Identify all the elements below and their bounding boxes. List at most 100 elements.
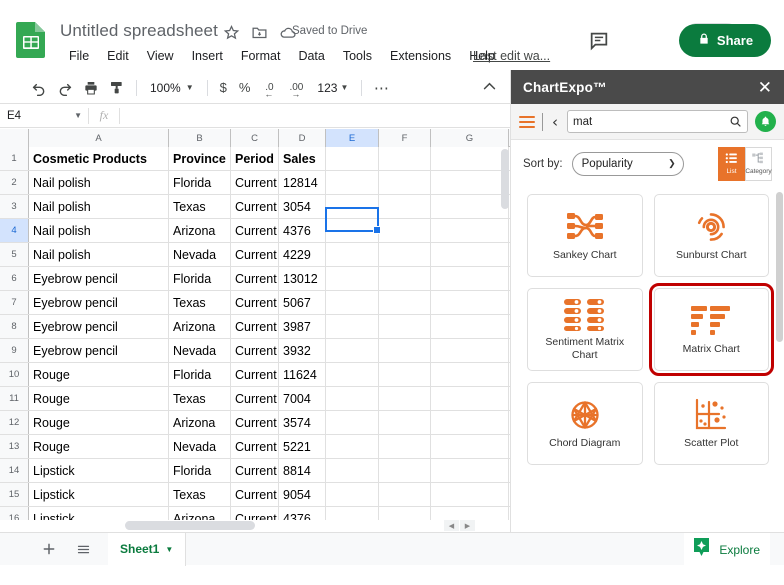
menu-item-data[interactable]: Data [289, 47, 333, 65]
table-row[interactable]: 14 Lipstick Florida Current 8814 [0, 459, 510, 483]
number-format-selector[interactable]: 123 ▼ [310, 78, 355, 98]
grid-cell[interactable]: Nail polish [29, 243, 169, 266]
zoom-selector[interactable]: 100% ▼ [143, 78, 201, 98]
menu-item-extensions[interactable]: Extensions [381, 47, 460, 65]
row-header-1[interactable]: 1 [0, 147, 29, 170]
grid-cell[interactable]: Florida [169, 267, 231, 290]
column-header-c[interactable]: C [231, 129, 279, 147]
formula-input[interactable] [120, 103, 510, 128]
menu-item-tools[interactable]: Tools [334, 47, 381, 65]
grid-cell[interactable]: Arizona [169, 411, 231, 434]
currency-format-button[interactable]: $ [214, 77, 233, 98]
grid-cell[interactable]: Nail polish [29, 171, 169, 194]
grid-cell[interactable]: Florida [169, 363, 231, 386]
more-options-button[interactable]: ⋯ [368, 75, 394, 101]
grid-cell[interactable]: Florida [169, 459, 231, 482]
row-header-8[interactable]: 8 [0, 315, 29, 338]
undo-icon[interactable] [26, 75, 52, 101]
grid-cell[interactable] [379, 195, 431, 218]
grid-cell[interactable]: Current [231, 411, 279, 434]
grid-cell[interactable] [431, 459, 509, 482]
redo-icon[interactable] [52, 75, 78, 101]
grid-cell[interactable]: Lipstick [29, 483, 169, 506]
grid-cell[interactable] [431, 171, 509, 194]
grid-cell[interactable]: Current [231, 387, 279, 410]
all-sheets-button[interactable] [66, 533, 100, 566]
grid-cell[interactable]: Current [231, 267, 279, 290]
table-row[interactable]: 5 Nail polish Nevada Current 4229 [0, 243, 510, 267]
grid-cell[interactable] [326, 219, 379, 242]
grid-cell[interactable]: Rouge [29, 387, 169, 410]
increase-decimal-button[interactable]: .00 → [282, 75, 310, 101]
explore-button[interactable]: Explore [684, 533, 770, 566]
grid-cell[interactable]: 12814 [279, 171, 326, 194]
grid-cell[interactable]: Rouge [29, 435, 169, 458]
grid-cell[interactable] [431, 363, 509, 386]
grid-cell[interactable]: 4229 [279, 243, 326, 266]
grid-cell[interactable]: Cosmetic Products [29, 147, 169, 170]
grid-cell[interactable] [326, 363, 379, 386]
grid-cell[interactable] [326, 243, 379, 266]
grid-cell[interactable]: Eyebrow pencil [29, 339, 169, 362]
menu-icon[interactable] [519, 115, 535, 128]
grid-cell[interactable]: Nevada [169, 339, 231, 362]
view-toggle-list[interactable]: List [718, 147, 745, 181]
last-edit-link[interactable]: Last edit wa... [473, 49, 550, 63]
grid-cell[interactable]: Arizona [169, 315, 231, 338]
row-header-5[interactable]: 5 [0, 243, 29, 266]
collapse-toolbar-icon[interactable] [481, 78, 498, 100]
grid-cell[interactable]: Current [231, 315, 279, 338]
row-header-9[interactable]: 9 [0, 339, 29, 362]
grid-cell[interactable]: Texas [169, 387, 231, 410]
grid-cell[interactable]: 5221 [279, 435, 326, 458]
grid-cell[interactable]: Rouge [29, 363, 169, 386]
grid-cell[interactable]: 3987 [279, 315, 326, 338]
grid-cell[interactable]: Texas [169, 483, 231, 506]
grid-cell[interactable]: Nevada [169, 435, 231, 458]
grid-cell[interactable]: 5067 [279, 291, 326, 314]
comment-history-icon[interactable] [588, 30, 610, 52]
grid-cell[interactable]: Current [231, 171, 279, 194]
grid-cell[interactable] [431, 315, 509, 338]
spreadsheet-grid[interactable]: A B C D E F G 1 Cosmetic Products Province… [0, 129, 510, 532]
grid-cell[interactable]: Current [231, 291, 279, 314]
grid-cell[interactable] [379, 483, 431, 506]
chart-card-chord-diagram[interactable]: Chord Diagram [527, 382, 643, 465]
table-row[interactable]: 10 Rouge Florida Current 11624 [0, 363, 510, 387]
print-icon[interactable] [78, 75, 104, 101]
table-row[interactable]: 7 Eyebrow pencil Texas Current 5067 [0, 291, 510, 315]
grid-cell[interactable]: Period [231, 147, 279, 170]
grid-cell[interactable]: 3574 [279, 411, 326, 434]
grid-vertical-scrollbar[interactable] [501, 149, 509, 531]
chart-card-sankey-chart[interactable]: Sankey Chart [527, 194, 643, 277]
table-row[interactable]: 6 Eyebrow pencil Florida Current 13012 [0, 267, 510, 291]
chart-card-scatter-plot[interactable]: Scatter Plot [653, 382, 769, 465]
grid-cell[interactable]: 7004 [279, 387, 326, 410]
row-header-12[interactable]: 12 [0, 411, 29, 434]
grid-cell[interactable]: 13012 [279, 267, 326, 290]
chevron-down-icon[interactable]: ▼ [165, 545, 173, 554]
grid-cell[interactable] [431, 267, 509, 290]
sheet-tab-sheet1[interactable]: Sheet1 ▼ [108, 532, 187, 566]
grid-cell[interactable]: Nail polish [29, 219, 169, 242]
grid-cell[interactable] [326, 291, 379, 314]
table-row[interactable]: 1 Cosmetic Products Province Period Sales [0, 147, 510, 171]
grid-cell[interactable] [379, 171, 431, 194]
decrease-decimal-button[interactable]: .0 ← [256, 75, 282, 101]
grid-cell[interactable]: 3932 [279, 339, 326, 362]
grid-cell[interactable]: Current [231, 435, 279, 458]
grid-cell[interactable] [431, 339, 509, 362]
grid-cell[interactable]: 3054 [279, 195, 326, 218]
grid-cell[interactable] [379, 363, 431, 386]
grid-cell[interactable]: Current [231, 363, 279, 386]
star-icon[interactable] [223, 24, 240, 41]
table-row[interactable]: 2 Nail polish Florida Current 12814 [0, 171, 510, 195]
grid-cell[interactable]: Current [231, 195, 279, 218]
menu-item-file[interactable]: File [60, 47, 98, 65]
percent-format-button[interactable]: % [233, 77, 257, 98]
grid-cell[interactable] [379, 267, 431, 290]
row-header-15[interactable]: 15 [0, 483, 29, 506]
document-title[interactable]: Untitled spreadsheet [60, 21, 218, 41]
notifications-bell-icon[interactable] [755, 111, 776, 132]
grid-cell[interactable]: Current [231, 459, 279, 482]
